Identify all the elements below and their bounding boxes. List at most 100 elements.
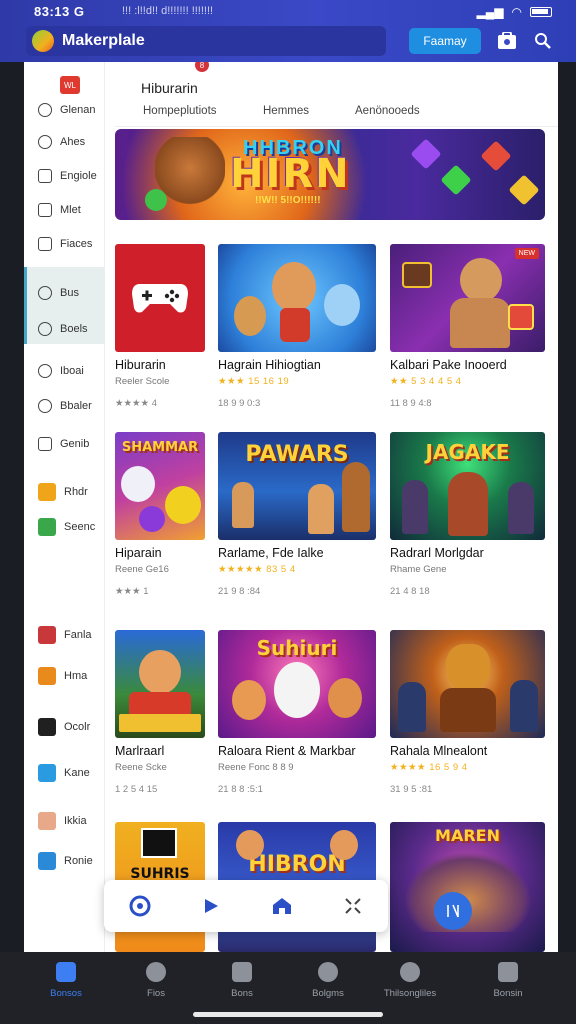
game-card[interactable]: Suhiuri Raloara Rient & Markbar Reene Fo… [218,630,376,795]
game-thumbnail[interactable]: NEW [390,244,545,352]
sidebar-item-13[interactable]: Hma [24,662,105,690]
play-icon[interactable] [198,893,224,919]
game-thumbnail[interactable]: PAWARS [218,432,376,540]
sidebar-item-6[interactable]: Boels [24,315,105,343]
status-icons: ▂▄▆ ◠ [477,5,552,19]
game-thumbnail[interactable] [115,630,205,738]
tab-0[interactable]: Hompeplutiots [143,105,263,117]
gem-decoration [480,140,512,172]
gem-icon [508,304,534,330]
check-icon [38,203,52,217]
sidebar-item-1[interactable]: Ahes [24,128,105,156]
game-card[interactable]: JAGAKE Radrarl Morlgdar Rhame Gene 21 4 … [390,432,545,597]
game-stats: 21 9 8 :84 [218,586,261,597]
game-card[interactable]: Hiburarin Reeler Scole ★★★★ 4 [115,244,205,409]
tab-divider [115,126,558,127]
character-image [308,484,334,534]
sidebar-item-5[interactable]: Bus [24,279,105,307]
sidebar-item-14[interactable]: Ocolr [24,713,105,741]
game-meta: Reene Fonc 8 8 9 [218,762,294,773]
polar-bear-character-image [274,662,320,718]
sidebar-item-9[interactable]: Genib [24,430,105,458]
cart-icon[interactable] [496,30,518,52]
edit-icon [447,904,459,918]
game-card[interactable]: MAREN [390,822,545,952]
nav-item-3[interactable]: Bolgms [288,962,368,999]
game-title: Marlraarl [115,744,165,758]
gamepad-icon[interactable] [127,893,153,919]
game-card[interactable]: Hagrain Hihiogtian ★★★ 15 16 19 18 9 9 0… [218,244,376,409]
game-stats: 21 8 8 :5:1 [218,784,263,795]
home-indicator[interactable] [193,1012,383,1017]
nav-item-0[interactable]: Bonsos [26,962,106,999]
home-chip-icon[interactable]: WL [60,76,80,94]
game-card[interactable]: NEW Kalbari Pake Inooerd ★★ 5 3 4 4 5 4 … [390,244,545,409]
game-meta: ★★★ 15 16 19 [218,376,289,387]
character-image [324,284,360,326]
tab-2[interactable]: Aenönooeds [355,105,435,117]
nav-item-5[interactable]: Bonsin [468,962,548,999]
crop-icon[interactable] [340,893,366,919]
sub-tabs: Hompeplutiots Hemmes Aenönooeds [143,105,435,117]
search-icon[interactable] [532,30,554,52]
record-icon [146,962,166,982]
game-icon [38,718,56,736]
header-primary-button[interactable]: Faamay [409,28,481,54]
app-brand[interactable]: Makerplale [26,26,386,56]
sidebar-item-11[interactable]: Seenc [24,513,105,541]
game-thumbnail[interactable]: Suhiuri [218,630,376,738]
notification-badge[interactable]: 8 [195,62,209,72]
game-card[interactable]: Rahala Mlnealont ★★★★ 16 5 9 4 31 9 5 :8… [390,630,545,795]
game-card[interactable]: Marlraarl Reene Scke 1 2 5 4 15 [115,630,205,795]
treasure-icon [402,262,432,288]
compose-fab-button[interactable] [434,892,472,930]
character-image [508,482,534,534]
sidebar-item-15[interactable]: Kane [24,759,105,787]
sidebar-item-2[interactable]: Engiole [24,162,105,190]
home-icon[interactable] [269,893,295,919]
game-thumbnail[interactable]: JAGAKE [390,432,545,540]
clock-icon [38,399,52,413]
signal-icon: ▂▄▆ [476,5,504,19]
chat-icon [38,135,52,149]
featured-banner[interactable]: HHBRON HIRN !!W!! 5!!O!!!!!! [115,129,545,220]
character-image [328,678,362,718]
game-thumbnail[interactable] [390,630,545,738]
nav-item-4[interactable]: Thilsongliles [370,962,450,999]
character-image [342,462,370,532]
game-thumbnail[interactable] [115,244,205,352]
game-title: Hagrain Hihiogtian [218,358,321,372]
sidebar-item-0[interactable]: Glenan [24,96,105,124]
character-image [330,830,358,860]
top-app-bar: 83:13 G !!! :l!!d!! d!!!!!!! !!!!!!! ▂▄▆… [0,0,576,62]
game-card[interactable]: PAWARS Rarlame, Fde Ialke ★★★★★ 83 5 4 2… [218,432,376,597]
character-image [448,472,488,536]
tab-1[interactable]: Hemmes [263,105,355,117]
rating-stars: ★★★★ 16 5 9 4 [390,762,468,773]
gem-decoration [410,138,442,170]
game-meta: Rhame Gene [390,564,447,575]
sidebar-item-12[interactable]: Fanla [24,621,105,649]
game-logo-text: SHAMMAR [121,440,199,455]
game-card[interactable]: SHAMMAR Hiparain Reene Ge16 ★★★ 1 [115,432,205,597]
game-thumbnail[interactable]: SHAMMAR [115,432,205,540]
sidebar-item-4[interactable]: Fiaces [24,230,105,258]
game-thumbnail[interactable]: MAREN [390,822,545,952]
game-thumbnail[interactable] [218,244,376,352]
sidebar-item-17[interactable]: Ronie [24,847,105,875]
character-body [280,308,310,342]
game-logo-text: MAREN [435,826,500,845]
character-image [510,680,538,732]
game-meta: Reene Ge16 [115,564,169,575]
nav-item-1[interactable]: Fios [116,962,196,999]
sidebar-item-10[interactable]: Rhdr [24,478,105,506]
sidebar-item-7[interactable]: Iboai [24,357,105,385]
nav-item-2[interactable]: Bons [202,962,282,999]
sidebar-item-3[interactable]: Mlet [24,196,105,224]
account-icon [498,962,518,982]
game-icon [38,667,56,685]
sidebar-item-16[interactable]: Ikkia [24,807,105,835]
sidebar-item-8[interactable]: Bbaler [24,392,105,420]
status-notice: !!! :l!!d!! d!!!!!!! !!!!!!! [122,5,214,17]
inbox-icon [232,962,252,982]
